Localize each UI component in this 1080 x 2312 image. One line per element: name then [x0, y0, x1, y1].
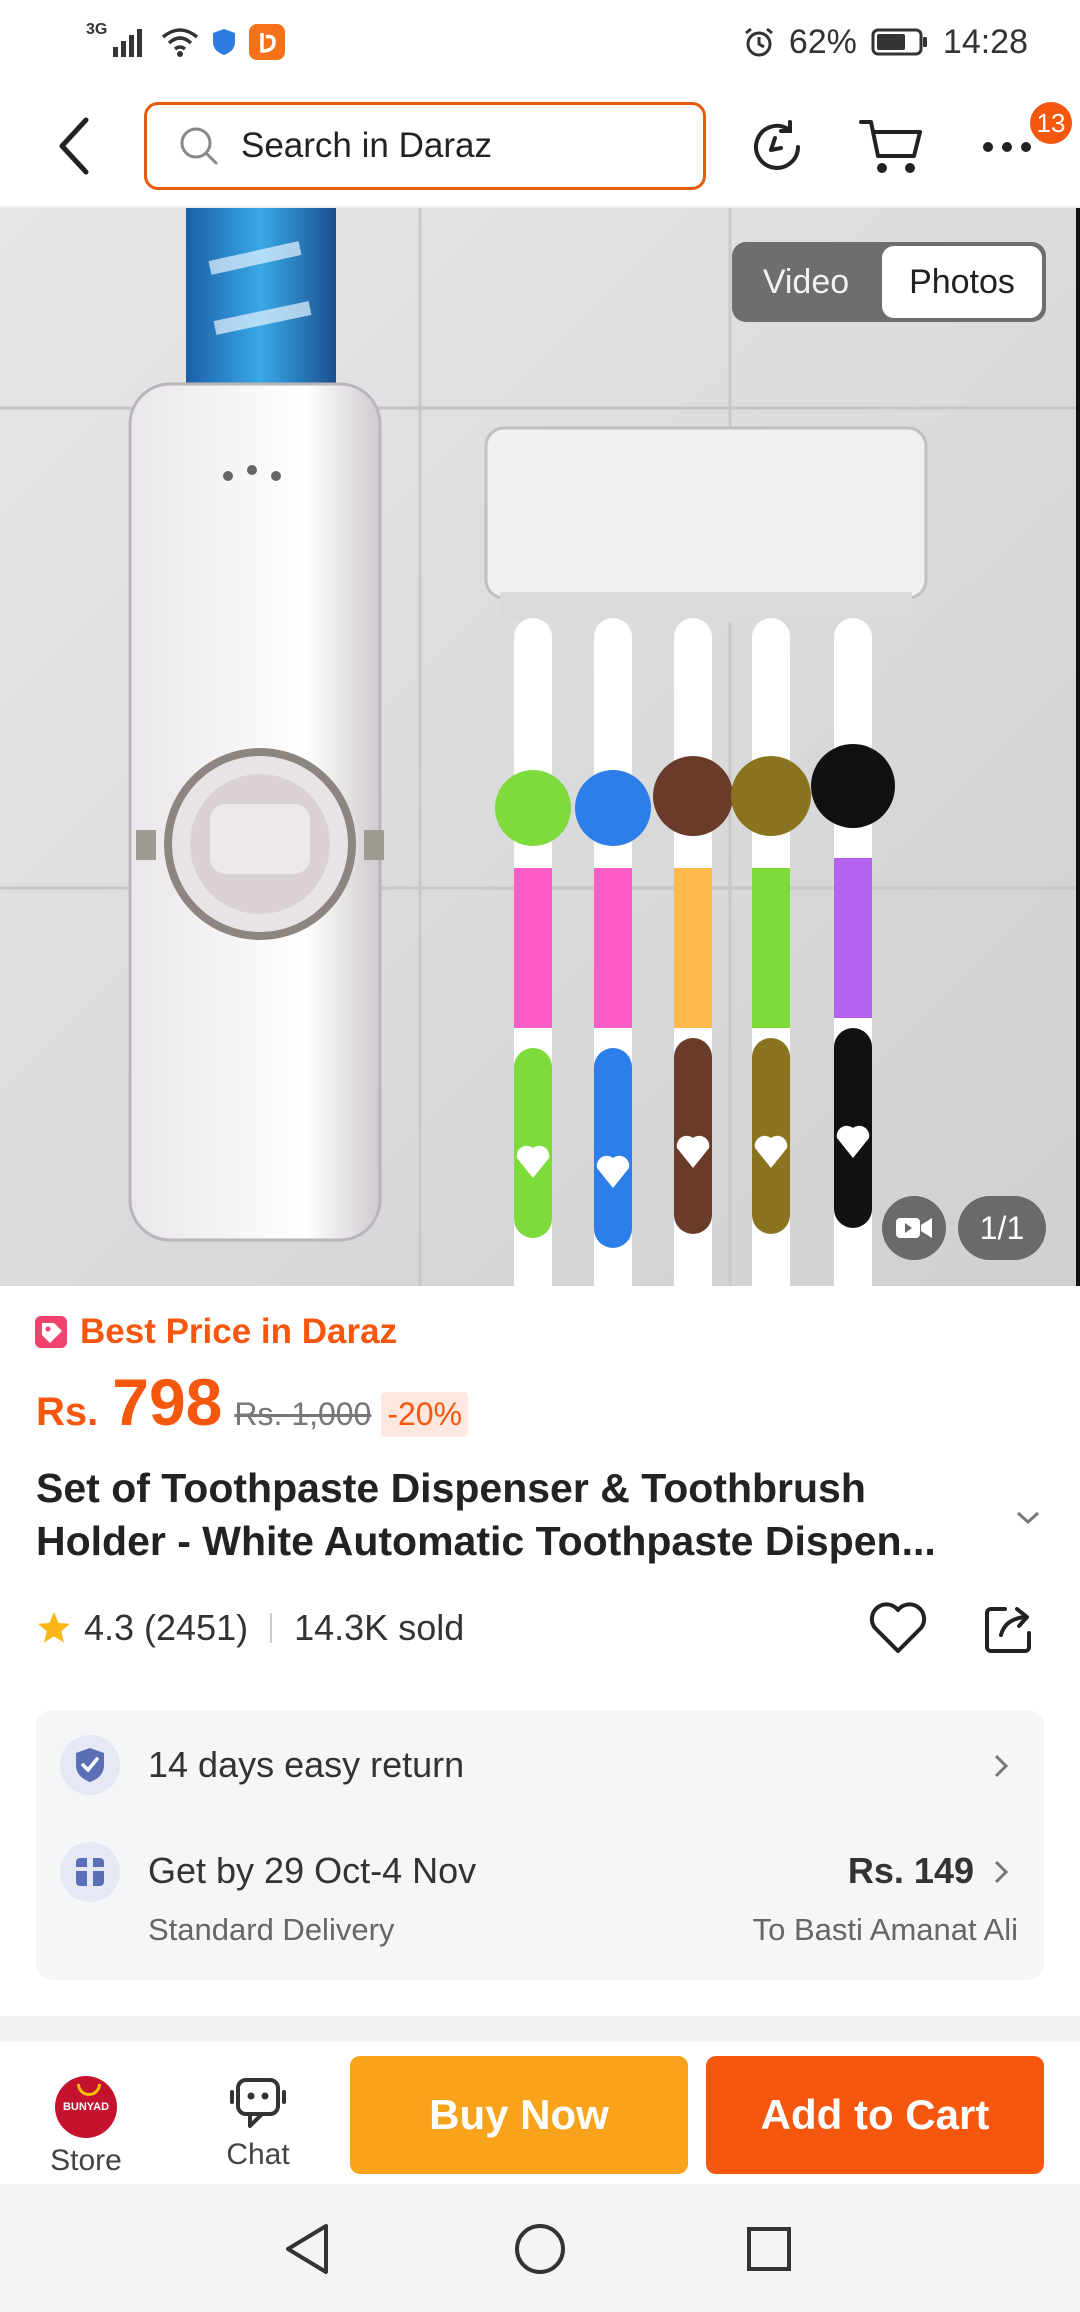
nav-recents-button[interactable]	[734, 2214, 804, 2284]
section-divider	[0, 2016, 1080, 2042]
history-button[interactable]	[742, 112, 812, 182]
cart-icon	[859, 120, 922, 173]
chat-label: Chat	[226, 2138, 290, 2171]
service-card: 14 days easy return Get by 29 Oct-4 Nov …	[36, 1710, 1044, 1980]
delivery-row[interactable]: Get by 29 Oct-4 Nov Standard Delivery Rs…	[36, 1820, 1044, 1980]
history-icon	[754, 120, 800, 170]
alarm-icon	[744, 27, 773, 57]
network-type: 3G	[86, 21, 108, 38]
video-button[interactable]	[882, 1196, 946, 1260]
product-image[interactable]: Video Photos 1/1	[0, 208, 1080, 1286]
return-shield-icon	[60, 1735, 120, 1795]
search-input[interactable]: Search in Daraz	[144, 102, 706, 190]
add-to-cart-button[interactable]: Add to Cart	[706, 2056, 1044, 2174]
circle-home-icon	[515, 2224, 565, 2274]
notification-badge: 13	[1030, 102, 1072, 144]
nav-back-button[interactable]	[272, 2214, 342, 2284]
share-icon	[985, 1607, 1031, 1653]
buy-now-button[interactable]: Buy Now	[350, 2056, 688, 2174]
product-title-line-1: Set of Toothpaste Dispenser & Toothbrush	[36, 1465, 866, 1511]
product-title-line-2: Holder - White Automatic Toothpaste Disp…	[36, 1518, 936, 1564]
return-policy-row[interactable]: 14 days easy return	[36, 1710, 1044, 1820]
chevron-right-icon	[988, 1748, 1014, 1784]
image-counter: 1/1	[958, 1196, 1046, 1260]
rating-text: 4.3 (2451)	[84, 1607, 249, 1648]
square-recents-icon	[747, 2227, 791, 2271]
rating-row[interactable]: 4.3 (2451) 14.3K sold	[36, 1600, 464, 1656]
search-icon	[177, 124, 221, 168]
store-label: Store	[50, 2144, 122, 2177]
return-text: 14 days easy return	[148, 1744, 465, 1785]
product-photo	[0, 208, 1076, 1286]
price-tag-icon	[35, 1316, 67, 1348]
store-logo: BUNYAD	[55, 2076, 117, 2138]
chevron-down-icon	[1016, 1511, 1040, 1525]
delivery-destination: To Basti Amanat Ali	[752, 1912, 1018, 1947]
bottom-action-bar: BUNYAD Store Chat Buy Now Add to Cart	[0, 2042, 1080, 2184]
original-price: Rs. 1,000	[234, 1396, 372, 1432]
delivery-date: Get by 29 Oct-4 Nov	[148, 1850, 477, 1891]
product-title[interactable]: Set of Toothpaste Dispenser & Toothbrush…	[36, 1462, 996, 1568]
triangle-back-icon	[286, 2224, 328, 2274]
video-tab[interactable]: Video	[732, 242, 880, 322]
delivery-box-icon	[60, 1842, 120, 1902]
wishlist-button[interactable]	[866, 1596, 930, 1660]
best-price-label: Best Price in Daraz	[80, 1312, 398, 1351]
store-button[interactable]: BUNYAD Store	[28, 2076, 144, 2186]
top-nav: Search in Daraz 13	[0, 84, 1080, 208]
chevron-right-icon	[988, 1854, 1014, 1890]
photos-tab[interactable]: Photos	[882, 246, 1042, 318]
divider	[270, 1613, 273, 1643]
daraz-app-icon	[249, 24, 286, 60]
system-nav-bar	[0, 2184, 1080, 2312]
shield-icon	[213, 29, 236, 55]
more-icon	[983, 142, 1031, 152]
nav-home-button[interactable]	[505, 2214, 575, 2284]
chat-button[interactable]: Chat	[198, 2074, 318, 2184]
delivery-type: Standard Delivery	[148, 1912, 395, 1947]
expand-title-button[interactable]	[1010, 1500, 1046, 1536]
wifi-icon	[162, 28, 199, 57]
video-camera-icon	[896, 1218, 932, 1238]
heart-icon	[869, 1602, 927, 1653]
delivery-price: Rs. 149	[847, 1850, 974, 1891]
back-button[interactable]	[44, 110, 104, 182]
cart-button[interactable]	[856, 112, 926, 182]
currency: Rs.	[36, 1390, 99, 1434]
chat-icon	[230, 2078, 286, 2128]
status-bar: 3G 62% 14:28	[0, 0, 1080, 84]
star-icon	[38, 1612, 70, 1643]
media-toggle: Video Photos	[732, 242, 1046, 322]
battery-icon	[871, 28, 927, 56]
price-row: Rs. 798 Rs. 1,000 -20%	[36, 1364, 469, 1444]
battery-percent: 62%	[788, 22, 857, 61]
best-price-badge: Best Price in Daraz	[34, 1312, 397, 1352]
sold-count: 14.3K sold	[294, 1607, 465, 1648]
price: 798	[112, 1365, 223, 1439]
signal-icon	[113, 29, 143, 57]
clock: 14:28	[942, 22, 1028, 61]
share-button[interactable]	[976, 1596, 1040, 1660]
discount-badge: -20%	[381, 1392, 469, 1437]
search-placeholder: Search in Daraz	[241, 126, 492, 165]
back-arrow-icon	[59, 117, 89, 175]
